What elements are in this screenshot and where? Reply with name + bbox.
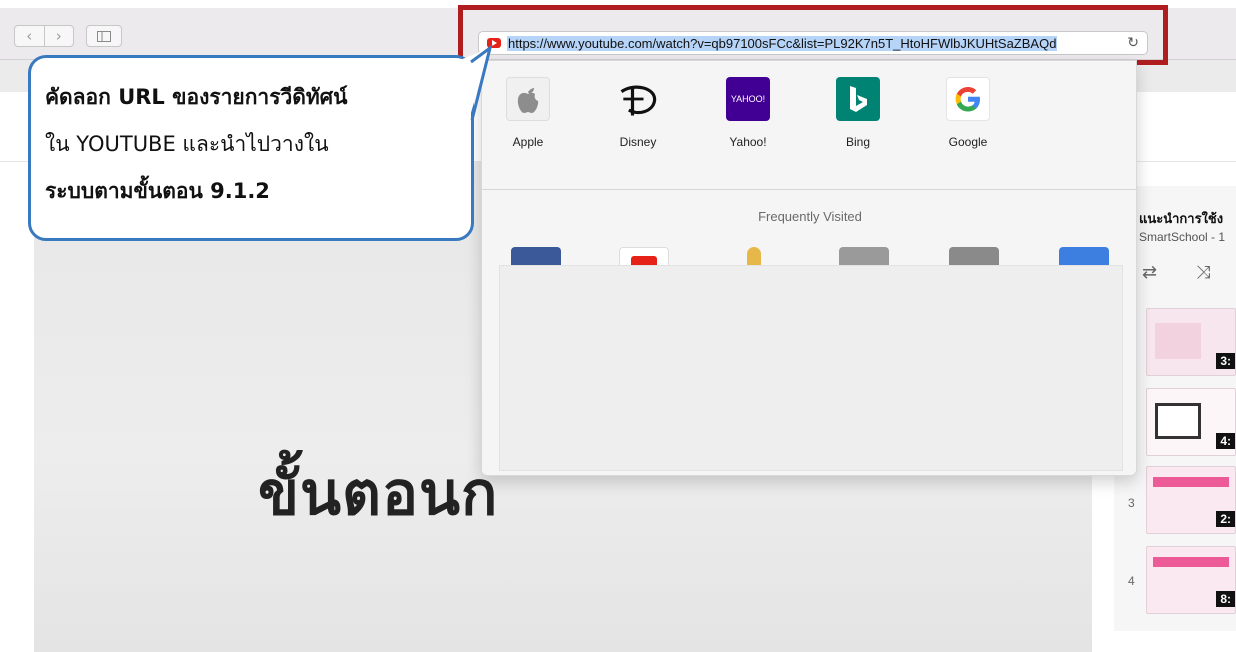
playlist-item[interactable]: 2: [1146, 466, 1236, 534]
playlist-thumbnail [1153, 477, 1229, 487]
playlist-item[interactable]: 8: [1146, 546, 1236, 614]
google-icon [946, 77, 990, 121]
loop-icon[interactable]: ⇄ [1142, 262, 1157, 283]
address-highlight-box [458, 5, 1168, 65]
playlist-item[interactable]: 4: [1146, 388, 1236, 456]
dropdown-divider [482, 189, 1136, 190]
favorite-label: Apple [512, 135, 544, 149]
playlist-index: 3 [1128, 496, 1135, 510]
callout-line: ระบบตามขั้นตอน 9.1.2 [45, 179, 270, 203]
playlist-subtitle[interactable]: SmartSchool - 1 [1139, 230, 1225, 244]
shuffle-icon[interactable]: ⤨ [1196, 262, 1210, 283]
favorite-yahoo[interactable]: YAHOO! Yahoo! [718, 77, 778, 149]
favorites-dropdown: Apple Disney YAHOO! Yahoo! Bing Google F… [481, 60, 1137, 476]
favorite-disney[interactable]: Disney [608, 77, 668, 149]
favorite-google[interactable]: Google [938, 77, 998, 149]
chevron-left-icon[interactable]: ‹ [15, 26, 44, 46]
youtube-icon[interactable] [619, 247, 669, 266]
chevron-right-icon[interactable]: › [43, 26, 74, 46]
video-title-text: ขั้นตอนก [258, 459, 499, 529]
callout-pointer [440, 44, 493, 121]
site-icon[interactable] [1059, 247, 1109, 265]
sidebar-icon[interactable] [86, 25, 122, 47]
site-icon[interactable] [839, 247, 889, 265]
favorite-label: Yahoo! [729, 135, 767, 149]
instruction-callout: คัดลอก URL ของรายการวีดิทัศน์ ใน YOUTUBE… [28, 55, 474, 241]
favorite-bing[interactable]: Bing [828, 77, 888, 149]
bing-icon [836, 77, 880, 121]
frequently-visited-heading: Frequently Visited [758, 209, 862, 224]
playlist-duration: 4: [1216, 433, 1235, 449]
frequently-visited-panel [499, 265, 1123, 471]
disney-icon [616, 77, 660, 121]
yahoo-icon: YAHOO! [726, 77, 770, 121]
favorite-label: Google [948, 135, 988, 149]
playlist-duration: 3: [1216, 353, 1235, 369]
nav-buttons: ‹ › [14, 25, 74, 47]
callout-line: คัดลอก URL ของรายการวีดิทัศน์ [45, 85, 348, 109]
emblem-icon[interactable] [729, 247, 779, 265]
playlist-thumbnail [1153, 557, 1229, 567]
callout-line: ใน YOUTUBE และนำไปวางใน [45, 132, 329, 156]
apple-icon [506, 77, 550, 121]
favorite-label: Bing [845, 135, 871, 149]
site-icon[interactable] [949, 247, 999, 265]
playlist-duration: 8: [1216, 591, 1235, 607]
playlist-item[interactable]: 3: [1146, 308, 1236, 376]
facebook-icon[interactable] [511, 247, 561, 265]
playlist-thumbnail [1155, 323, 1201, 359]
playlist-title[interactable]: แนะนำการใช้ง [1139, 208, 1223, 229]
browser-window: ขั้นตอนก แนะนำการใช้ง SmartSchool - 1 ⇄ … [0, 0, 1236, 652]
playlist-duration: 2: [1216, 511, 1235, 527]
favorite-label: Disney [619, 135, 657, 149]
playlist-index: 4 [1128, 574, 1135, 588]
playlist-thumbnail [1155, 403, 1201, 439]
favorite-apple[interactable]: Apple [498, 77, 558, 149]
